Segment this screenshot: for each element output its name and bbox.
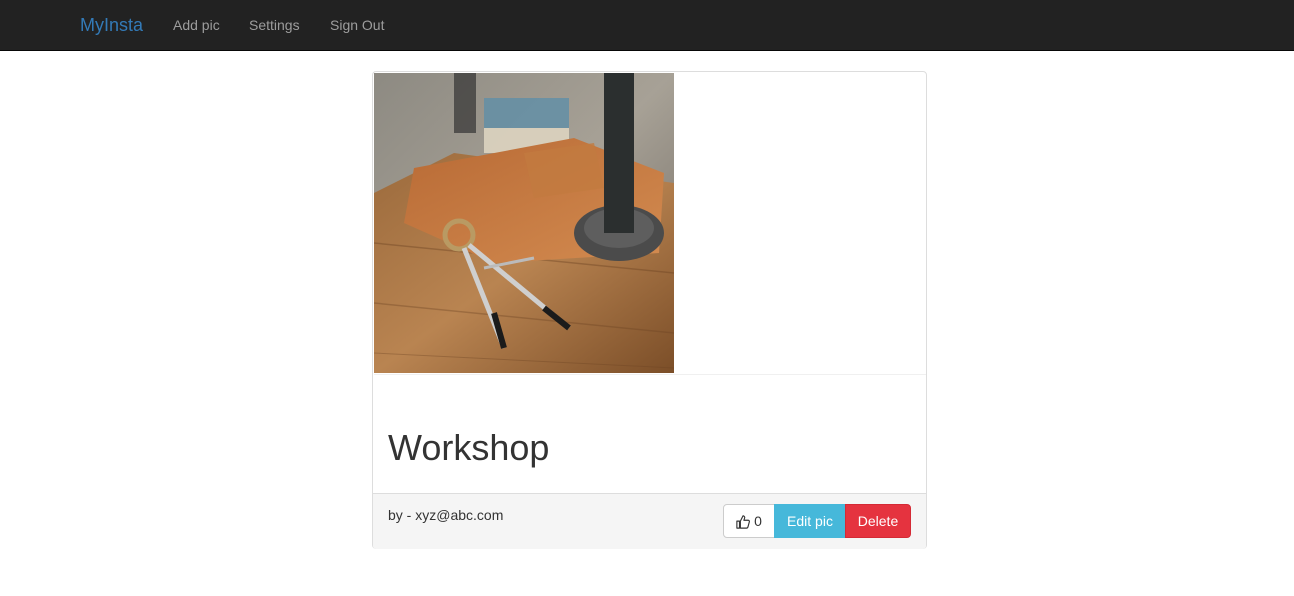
post-image — [374, 73, 674, 373]
post-footer: by - xyz@abc.com 0 Edit pic Delete — [373, 493, 926, 549]
like-count: 0 — [754, 513, 762, 529]
like-button[interactable]: 0 — [723, 504, 775, 538]
delete-button[interactable]: Delete — [845, 504, 911, 538]
brand-link[interactable]: MyInsta — [80, 15, 143, 35]
nav-sign-out-link[interactable]: Sign Out — [330, 17, 384, 33]
nav-add-pic-link[interactable]: Add pic — [173, 17, 220, 33]
top-navbar: MyInsta Add pic Settings Sign Out — [0, 0, 1294, 51]
image-divider — [374, 374, 926, 375]
nav-settings-link[interactable]: Settings — [249, 17, 300, 33]
post-card: Workshop by - xyz@abc.com 0 Edit pic Del… — [372, 71, 927, 549]
post-title: Workshop — [388, 427, 550, 468]
edit-pic-button[interactable]: Edit pic — [774, 504, 846, 538]
thumbs-up-icon — [736, 515, 751, 529]
post-author: by - xyz@abc.com — [388, 507, 504, 523]
